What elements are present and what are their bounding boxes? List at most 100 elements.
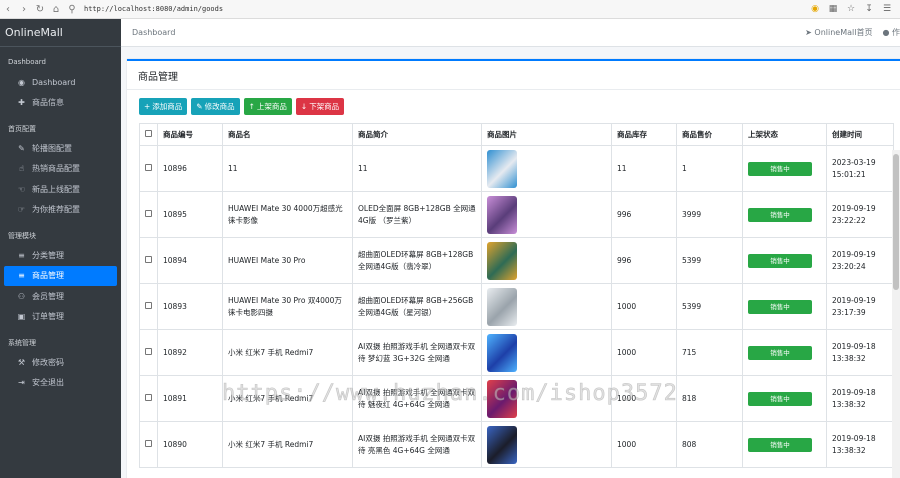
row-checkbox[interactable] [145, 393, 152, 401]
row-select-cell [139, 421, 158, 468]
sidebar-item[interactable]: ☞ 为你推荐配置 [4, 200, 117, 221]
row-checkbox[interactable] [145, 301, 152, 309]
list-on-sale-button[interactable]: ↑ 上架商品 [243, 98, 292, 115]
breadcrumb[interactable]: Dashboard [132, 28, 175, 37]
product-image[interactable] [487, 195, 517, 234]
cell-intro: 超曲面OLED环幕屏 8GB+256GB 全网通4G版（星河银） [352, 283, 482, 330]
sidebar-item-label: Dashboard [32, 77, 76, 87]
take-off-sale-label: 下架商品 [309, 102, 340, 111]
table-header-row: 商品编号 商品名 商品简介 商品图片 商品库存 商品售价 上架状态 创建时间 [139, 123, 894, 146]
plus-icon: + [144, 102, 151, 111]
cell-price: 1 [676, 145, 743, 192]
header-price[interactable]: 商品售价 [676, 123, 743, 146]
user-link[interactable]: ● 作 [882, 27, 900, 38]
cell-intro: OLED全面屏 8GB+128GB 全网通4G版 （罗兰紫） [352, 191, 482, 238]
product-image[interactable] [487, 287, 517, 326]
table-row[interactable]: 10890 小米 红米7 手机 Redmi7 AI双摄 拍照游戏手机 全网通双卡双待… [139, 421, 894, 468]
sidebar-item[interactable]: ≡ 商品管理 [4, 265, 117, 286]
table-row[interactable]: 10891 小米 红米7 手机 Redmi7 AI双摄 拍照游戏手机 全网通双卡双待… [139, 375, 894, 422]
sidebar-item-label: 分类管理 [32, 250, 64, 260]
sidebar-section-title: 管理模块 [8, 232, 36, 240]
cell-stock: 1000 [611, 375, 677, 422]
goods-table-wrapper: 商品编号 商品名 商品简介 商品图片 商品库存 商品售价 上架状态 创建时间 1… [139, 123, 894, 468]
sidebar-item[interactable]: ☝ 热销商品配置 [4, 159, 117, 180]
edit-icon: ✎ [196, 102, 203, 111]
sidebar-section-title: 首页配置 [8, 125, 36, 133]
edit-goods-button[interactable]: ✎ 修改商品 [191, 98, 240, 115]
sidebar-item[interactable]: ◉ Dashboard [4, 72, 117, 93]
header-image[interactable]: 商品图片 [481, 123, 612, 146]
table-row[interactable]: 10896 11 11 11 1 销售中 2023-03-19 15:01:21 [139, 145, 894, 192]
sidebar-item-label: 会员管理 [32, 291, 64, 301]
forward-icon[interactable]: › [16, 1, 32, 17]
sidebar-item[interactable]: ⚇ 会员管理 [4, 286, 117, 307]
cell-stock: 1000 [611, 283, 677, 330]
sidebar-item-label: 热销商品配置 [32, 164, 80, 174]
product-image[interactable] [487, 149, 517, 188]
table-row[interactable]: 10894 HUAWEI Mate 30 Pro 超曲面OLED环幕屏 8GB+12… [139, 237, 894, 284]
product-image[interactable] [487, 241, 517, 280]
sidebar-item[interactable]: ✚ 商品信息 [4, 93, 117, 114]
sidebar-item[interactable]: ⚒ 修改密码 [4, 352, 117, 373]
product-image[interactable] [487, 333, 517, 372]
table-row[interactable]: 10892 小米 红米7 手机 Redmi7 AI双摄 拍照游戏手机 全网通双卡双待… [139, 329, 894, 376]
row-checkbox[interactable] [145, 347, 152, 355]
header-status[interactable]: 上架状态 [742, 123, 827, 146]
topbar-right: ➤ OnlineMall首页 ● 作 [805, 27, 900, 38]
cell-image [481, 421, 612, 468]
home-icon[interactable]: ⌂ [48, 1, 64, 17]
cell-name: HUAWEI Mate 30 Pro 双4000万徕卡电影四摄 [222, 283, 353, 330]
cell-id: 10895 [157, 191, 223, 238]
row-checkbox[interactable] [145, 163, 152, 171]
brand-logo[interactable]: OnlineMall [0, 19, 121, 47]
header-name[interactable]: 商品名 [222, 123, 353, 146]
sidebar-item[interactable]: ≡ 分类管理 [4, 245, 117, 266]
sidebar-nav: Dashboard ◉ Dashboard ✚ 商品信息首页配置 ✎ 轮播图配置 ☝ 热销商品配… [0, 47, 121, 393]
add-goods-button[interactable]: + 添加商品 [139, 98, 188, 115]
bookmark-icon[interactable]: ☆ [844, 2, 858, 16]
logout-icon: ⇥ [18, 378, 25, 388]
page-title: 商品管理 [127, 61, 900, 90]
take-off-sale-button[interactable]: ↓ 下架商品 [295, 98, 345, 115]
table-row[interactable]: 10893 HUAWEI Mate 30 Pro 双4000万徕卡电影四摄 超曲面O… [139, 283, 894, 330]
cell-price: 5399 [676, 283, 743, 330]
status-badge: 销售中 [748, 437, 812, 452]
translate-icon[interactable]: ▦ [826, 2, 840, 16]
row-checkbox[interactable] [145, 209, 152, 217]
back-icon[interactable]: ‹ [0, 1, 16, 17]
browser-toolbar: ‹ › ↻ ⌂ ⚲ http://localhost:8080/admin/go… [0, 0, 900, 19]
page-scrollbar[interactable] [892, 150, 900, 478]
download-icon[interactable]: ↧ [862, 2, 876, 16]
table-row[interactable]: 10895 HUAWEI Mate 30 4000万超感光徕卡影像 OLED全面屏 … [139, 191, 894, 238]
select-all-checkbox[interactable] [145, 130, 152, 137]
cell-image [481, 283, 612, 330]
sidebar-item[interactable]: ▣ 订单管理 [4, 307, 117, 328]
cell-created: 2019-09-18 13:38:32 [826, 375, 894, 422]
hand-pointer-icon: ☜ [17, 184, 26, 194]
product-image[interactable] [487, 425, 517, 464]
header-created[interactable]: 创建时间 [826, 123, 894, 146]
sidebar-item[interactable]: ⇥ 安全退出 [4, 373, 117, 394]
cell-price: 3999 [676, 191, 743, 238]
list-on-sale-label: 上架商品 [256, 102, 287, 111]
sidebar-item[interactable]: ✎ 轮播图配置 [4, 138, 117, 159]
goods-card: 商品管理 + 添加商品 ✎ 修改商品 ↑ 上架商品 ↓ 下架商品 商品编号 商品名 商品… [127, 59, 900, 478]
header-id[interactable]: 商品编号 [157, 123, 223, 146]
cell-status: 销售中 [742, 375, 827, 422]
header-stock[interactable]: 商品库存 [611, 123, 677, 146]
scrollbar-thumb[interactable] [893, 154, 899, 290]
sidebar-item-label: 商品管理 [32, 271, 64, 281]
row-checkbox[interactable] [145, 439, 152, 447]
sidebar: OnlineMall Dashboard ◉ Dashboard ✚ 商品信息首页配置 ✎… [0, 19, 121, 478]
cell-status: 销售中 [742, 237, 827, 284]
reload-icon[interactable]: ↻ [32, 1, 48, 17]
row-checkbox[interactable] [145, 255, 152, 263]
address-bar[interactable]: http://localhost:8080/admin/goods [84, 5, 223, 13]
product-image[interactable] [487, 379, 517, 418]
cell-created: 2019-09-19 23:22:22 [826, 191, 894, 238]
menu-icon[interactable]: ☰ [880, 2, 894, 16]
home-link[interactable]: ➤ OnlineMall首页 [805, 27, 872, 38]
sidebar-item[interactable]: ☜ 新品上线配置 [4, 179, 117, 200]
header-intro[interactable]: 商品简介 [352, 123, 482, 146]
eye-icon[interactable]: ◉ [808, 2, 822, 16]
